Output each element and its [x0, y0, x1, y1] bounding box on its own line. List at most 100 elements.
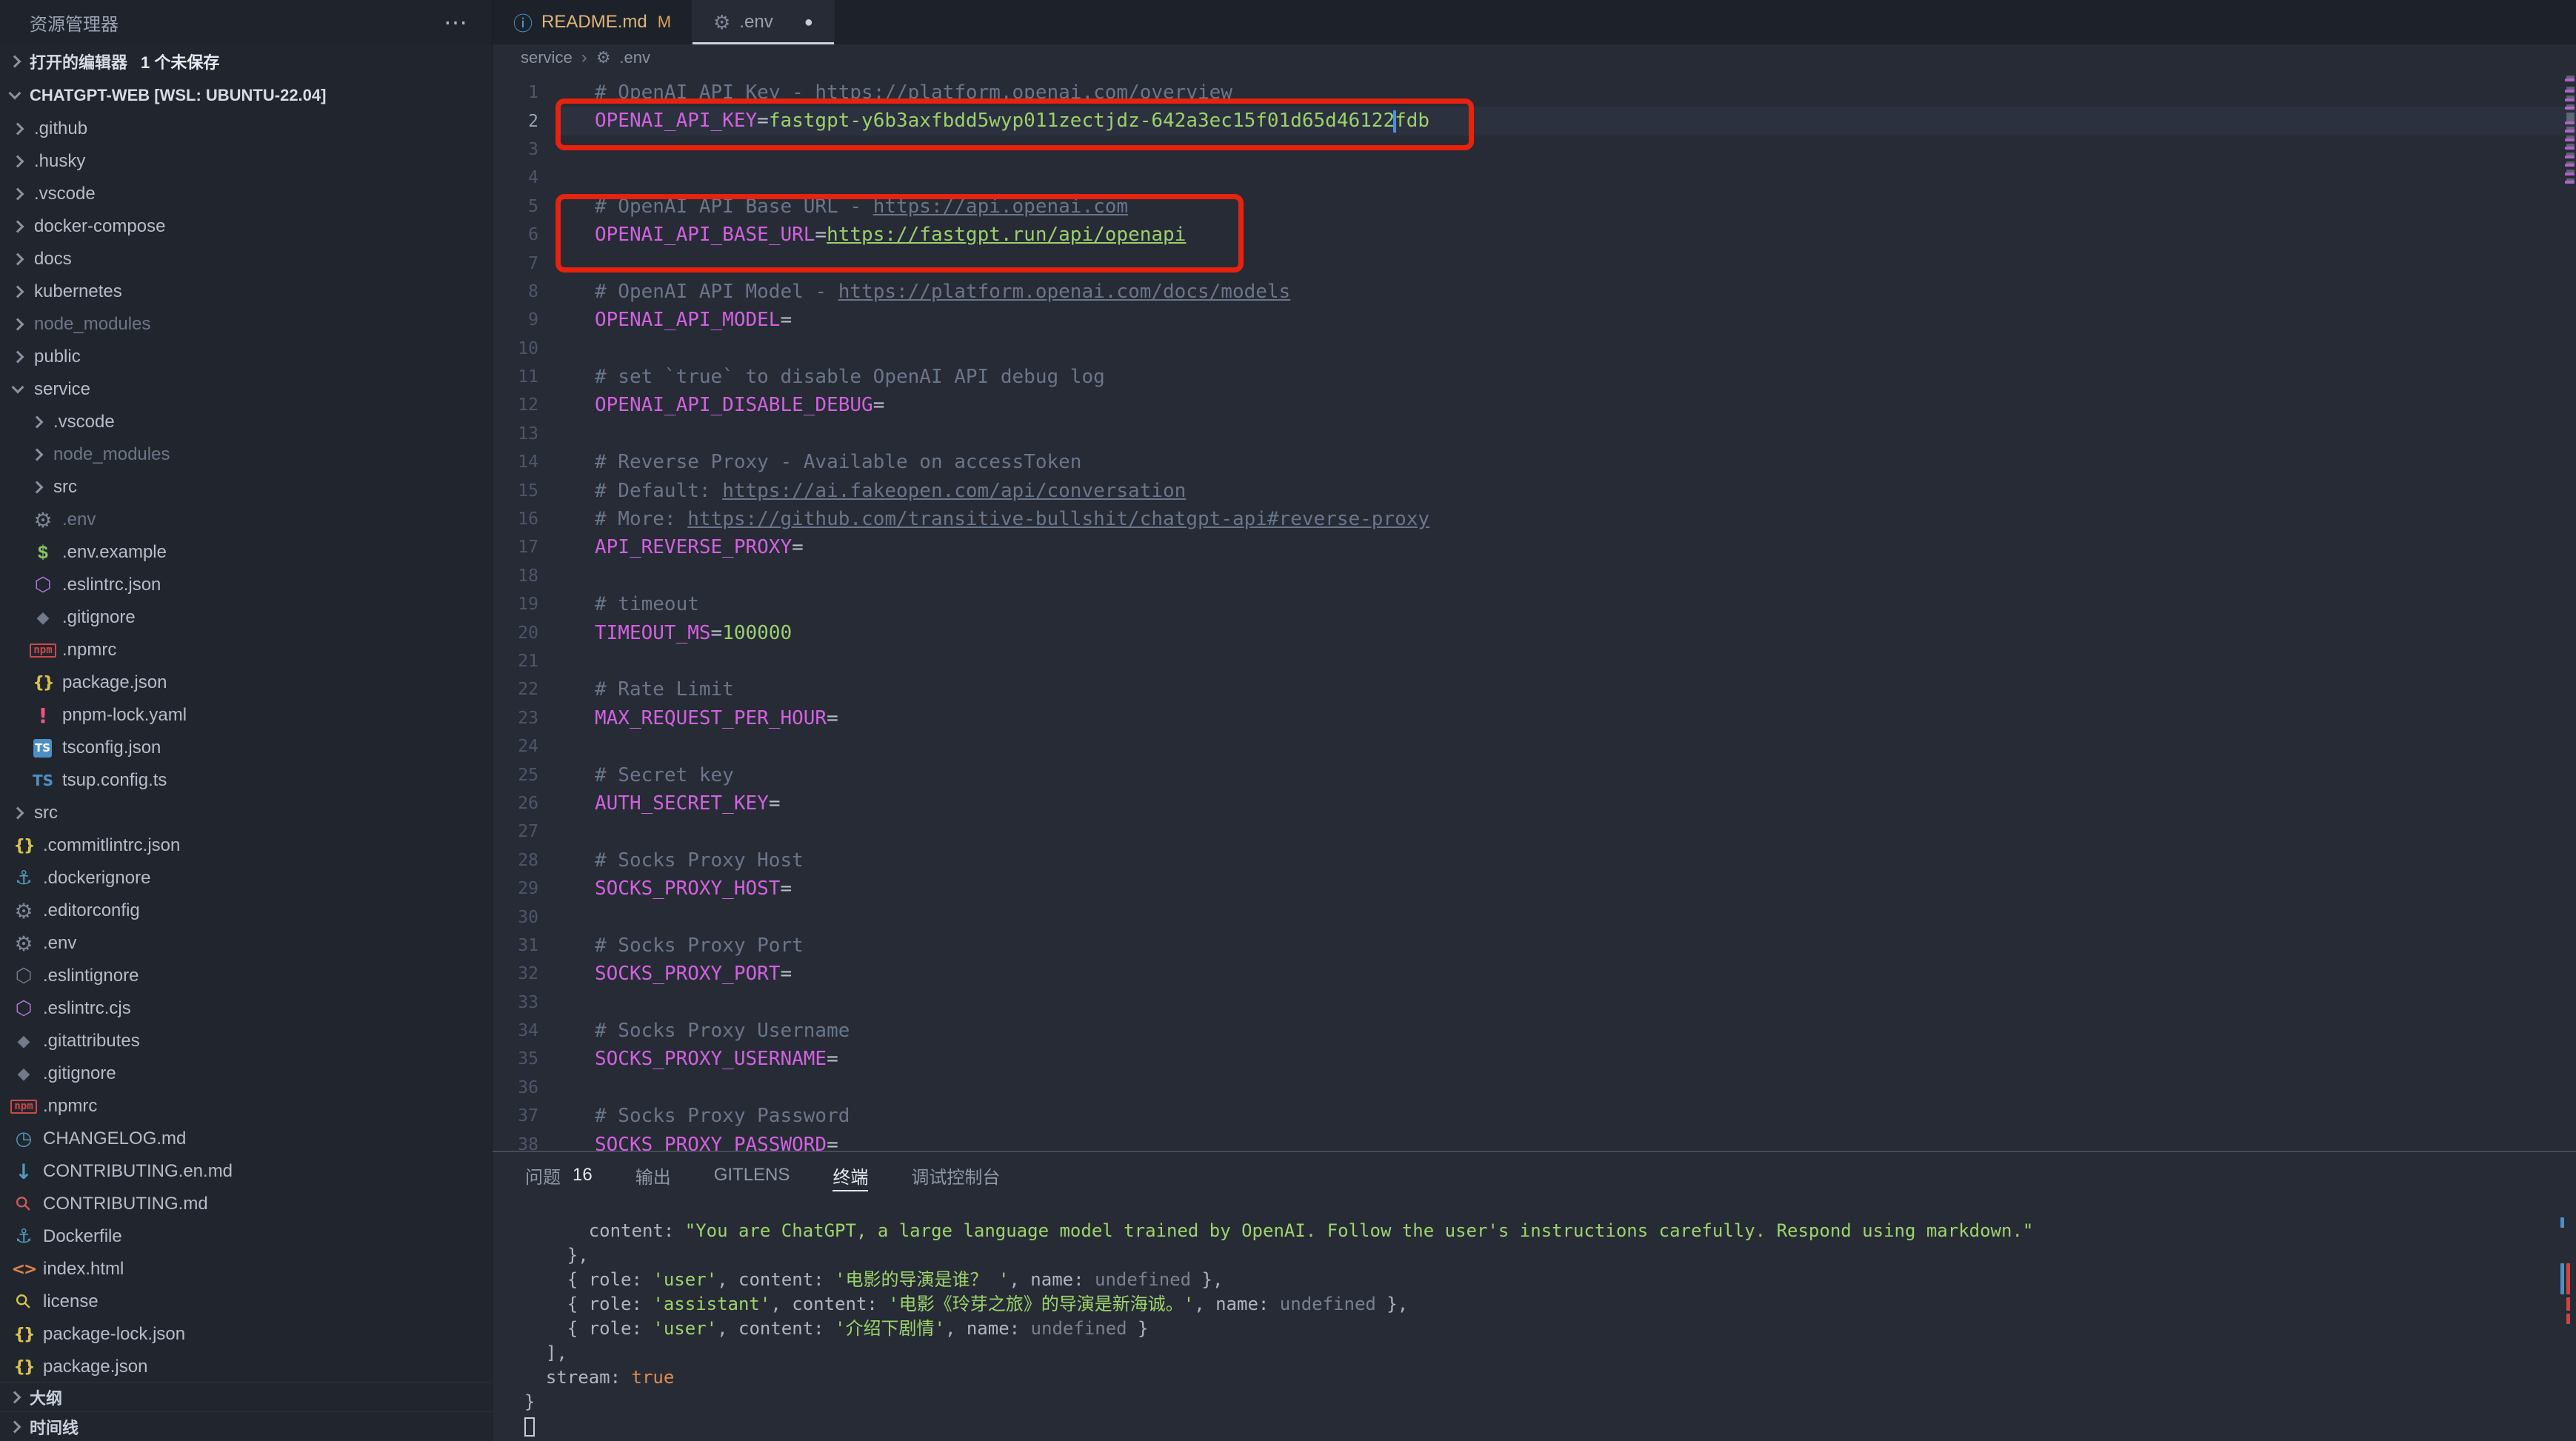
tree-folder-node_modules[interactable]: node_modules	[0, 308, 492, 341]
tree-file-tsconfig.json[interactable]: TStsconfig.json	[0, 732, 492, 764]
code-line-15[interactable]: 15# Default: https://ai.fakeopen.com/api…	[493, 476, 2576, 504]
code-line-19[interactable]: 19# timeout	[493, 590, 2576, 618]
code-line-8[interactable]: 8# OpenAI API Model - https://platform.o…	[493, 278, 2576, 306]
code-line-7[interactable]: 7	[493, 249, 2576, 277]
more-actions-icon[interactable]: ⋯	[444, 8, 470, 36]
tree-file-package.json[interactable]: {}package.json	[0, 666, 492, 699]
breadcrumb-folder[interactable]: service	[521, 48, 573, 67]
code-line-13[interactable]: 13	[493, 420, 2576, 448]
code-line-23[interactable]: 23MAX_REQUEST_PER_HOUR=	[493, 704, 2576, 732]
code-line-24[interactable]: 24	[493, 732, 2576, 760]
tree-folder-.vscode[interactable]: .vscode	[0, 406, 492, 438]
tree-folder-.github[interactable]: .github	[0, 113, 492, 145]
code-editor[interactable]: 1# OpenAI API Key - https://platform.ope…	[493, 71, 2576, 1151]
tree-file-pnpm-lock.yaml[interactable]: !pnpm-lock.yaml	[0, 699, 492, 732]
tab-output[interactable]: 输出	[635, 1152, 671, 1198]
tree-file-.gitignore[interactable]: ◆.gitignore	[0, 1057, 492, 1090]
tree-file-Dockerfile[interactable]: ⚓Dockerfile	[0, 1220, 492, 1253]
code-token: =	[769, 792, 781, 815]
tree-folder-service[interactable]: service	[0, 373, 492, 406]
code-line-14[interactable]: 14# Reverse Proxy - Available on accessT…	[493, 448, 2576, 476]
code-line-29[interactable]: 29SOCKS_PROXY_HOST=	[493, 875, 2576, 903]
tree-file-.env[interactable]: ⚙.env	[0, 927, 492, 960]
tree-file-package-lock.json[interactable]: {}package-lock.json	[0, 1318, 492, 1351]
code-line-9[interactable]: 9OPENAI_API_MODEL=	[493, 306, 2576, 334]
tree-folder-public[interactable]: public	[0, 341, 492, 373]
tab-gitlens[interactable]: GITLENS	[714, 1152, 790, 1198]
unsaved-dot-icon[interactable]: ●	[804, 14, 813, 31]
tree-file-package.json[interactable]: {}package.json	[0, 1351, 492, 1382]
code-line-1[interactable]: 1# OpenAI API Key - https://platform.ope…	[493, 78, 2576, 107]
tree-file-CHANGELOG.md[interactable]: ◷CHANGELOG.md	[0, 1123, 492, 1155]
tab-debug-console[interactable]: 调试控制台	[911, 1152, 1000, 1198]
tree-folder-src[interactable]: src	[0, 797, 492, 829]
code-line-3[interactable]: 3	[493, 136, 2576, 164]
section-project-root[interactable]: CHATGPT-WEB [WSL: UBUNTU-22.04]	[0, 78, 492, 113]
tree-file-license[interactable]: ⚲license	[0, 1285, 492, 1318]
code-line-31[interactable]: 31# Socks Proxy Port	[493, 932, 2576, 960]
tree-file-CONTRIBUTING.md[interactable]: ⚲CONTRIBUTING.md	[0, 1188, 492, 1220]
tree-file-.gitattributes[interactable]: ◆.gitattributes	[0, 1025, 492, 1057]
code-line-34[interactable]: 34# Socks Proxy Username	[493, 1017, 2576, 1045]
tree-file-.npmrc[interactable]: npm.npmrc	[0, 1090, 492, 1123]
tree-folder-kubernetes[interactable]: kubernetes	[0, 275, 492, 308]
tree-folder-docs[interactable]: docs	[0, 243, 492, 275]
code-line-6[interactable]: 6OPENAI_API_BASE_URL=https://fastgpt.run…	[493, 221, 2576, 249]
tree-folder-docker-compose[interactable]: docker-compose	[0, 210, 492, 243]
code-line-16[interactable]: 16# More: https://github.com/transitive-…	[493, 505, 2576, 533]
code-line-17[interactable]: 17API_REVERSE_PROXY=	[493, 533, 2576, 561]
tree-file-.eslintrc.json[interactable]: ⬡.eslintrc.json	[0, 569, 492, 601]
tab-readme[interactable]: ⓘ README.md M	[493, 0, 693, 44]
tree-folder-.husky[interactable]: .husky	[0, 145, 492, 178]
code-line-33[interactable]: 33	[493, 989, 2576, 1017]
tab-env[interactable]: ⚙ .env ●	[693, 0, 835, 44]
tree-file-.editorconfig[interactable]: ⚙.editorconfig	[0, 895, 492, 927]
tree-file-.commitlintrc.json[interactable]: {}.commitlintrc.json	[0, 829, 492, 862]
code-line-21[interactable]: 21	[493, 647, 2576, 675]
tree-folder-node_modules[interactable]: node_modules	[0, 438, 492, 471]
code-line-4[interactable]: 4	[493, 164, 2576, 192]
code-line-36[interactable]: 36	[493, 1074, 2576, 1102]
section-open-editors[interactable]: 打开的编辑器 1 个未保存	[0, 44, 492, 78]
tree-folder-src[interactable]: src	[0, 471, 492, 504]
code-line-37[interactable]: 37# Socks Proxy Password	[493, 1102, 2576, 1130]
code-line-30[interactable]: 30	[493, 903, 2576, 931]
tree-file-.eslintrc.cjs[interactable]: ⬡.eslintrc.cjs	[0, 992, 492, 1025]
tree-file-.env[interactable]: ⚙.env	[0, 504, 492, 536]
tree-file-tsup.config.ts[interactable]: TStsup.config.ts	[0, 764, 492, 797]
tree-file-.dockerignore[interactable]: ⚓.dockerignore	[0, 862, 492, 895]
code-line-2[interactable]: 2OPENAI_API_KEY=fastgpt-y6b3axfbdd5wyp01…	[493, 107, 2576, 135]
code-line-10[interactable]: 10	[493, 335, 2576, 363]
section-outline[interactable]: 大纲	[0, 1382, 492, 1411]
tree-file-CONTRIBUTING.en.md[interactable]: ↓CONTRIBUTING.en.md	[0, 1155, 492, 1188]
braces-icon: {}	[30, 674, 56, 692]
code-line-27[interactable]: 27	[493, 818, 2576, 846]
tree-file-.npmrc[interactable]: npm.npmrc	[0, 634, 492, 666]
tree-file-.gitignore[interactable]: ◆.gitignore	[0, 601, 492, 634]
tree-file-index.html[interactable]: <>index.html	[0, 1253, 492, 1285]
code-line-20[interactable]: 20TIMEOUT_MS=100000	[493, 618, 2576, 646]
code-line-28[interactable]: 28# Socks Proxy Host	[493, 846, 2576, 875]
tab-problems[interactable]: 问题 16	[525, 1152, 593, 1198]
terminal-output[interactable]: content: "You are ChatGPT, a large langu…	[493, 1198, 2576, 1441]
minimap-line-mark	[2565, 130, 2575, 133]
code-line-25[interactable]: 25# Secret key	[493, 760, 2576, 789]
code-line-26[interactable]: 26AUTH_SECRET_KEY=	[493, 789, 2576, 818]
breadcrumb-file[interactable]: .env	[619, 48, 650, 67]
tree-folder-.vscode[interactable]: .vscode	[0, 178, 492, 210]
code-line-32[interactable]: 32SOCKS_PROXY_PORT=	[493, 960, 2576, 988]
code-line-11[interactable]: 11# set `true` to disable OpenAI API deb…	[493, 363, 2576, 391]
code-line-35[interactable]: 35SOCKS_PROXY_USERNAME=	[493, 1045, 2576, 1073]
code-line-18[interactable]: 18	[493, 562, 2576, 590]
minimap[interactable]	[2564, 71, 2576, 1151]
code-line-12[interactable]: 12OPENAI_API_DISABLE_DEBUG=	[493, 391, 2576, 419]
code-line-22[interactable]: 22# Rate Limit	[493, 675, 2576, 703]
code-line-5[interactable]: 5# OpenAI API Base URL - https://api.ope…	[493, 193, 2576, 221]
chevron-right-icon	[12, 807, 24, 820]
tree-file-.env.example[interactable]: $.env.example	[0, 536, 492, 569]
line-content: API_REVERSE_PROXY=	[558, 536, 804, 558]
tree-file-.eslintignore[interactable]: ⬡.eslintignore	[0, 960, 492, 992]
tab-terminal[interactable]: 终端	[832, 1152, 868, 1198]
code-line-38[interactable]: 38SOCKS_PROXY_PASSWORD=	[493, 1130, 2576, 1151]
section-timeline[interactable]: 时间线	[0, 1411, 492, 1441]
